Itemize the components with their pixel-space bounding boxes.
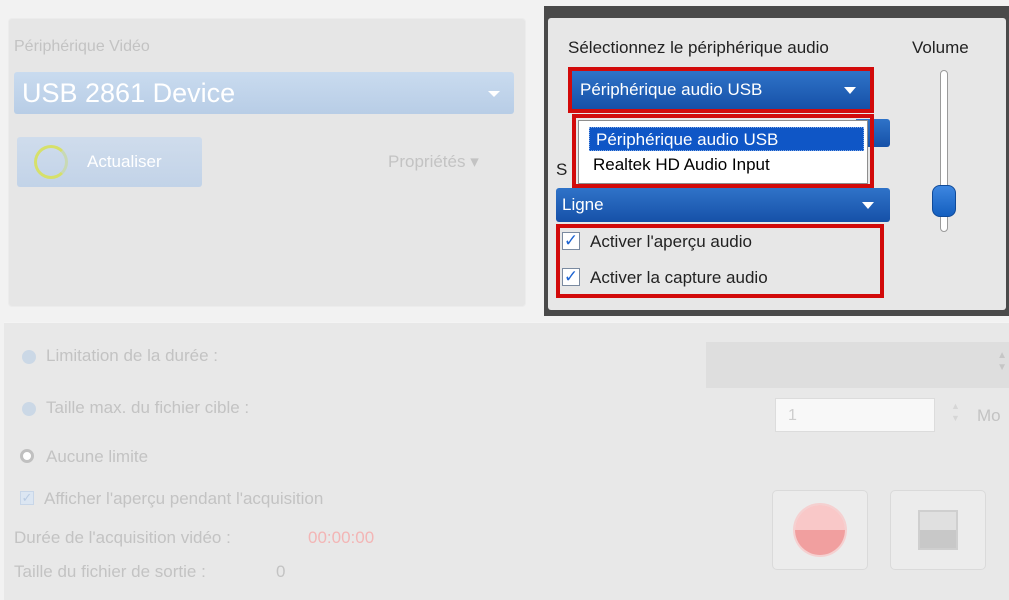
stop-icon	[918, 510, 958, 550]
properties-menu-button[interactable]: Propriétés ▾	[388, 152, 479, 172]
video-device-select[interactable]: USB 2861 Device	[14, 72, 514, 114]
refresh-icon	[34, 145, 68, 179]
stop-button[interactable]	[890, 490, 986, 570]
show-preview-label: Afficher l'aperçu pendant l'acquisition	[44, 489, 324, 508]
record-button[interactable]	[772, 490, 868, 570]
volume-slider-thumb[interactable]	[932, 185, 956, 217]
audio-device-value: Périphérique audio USB	[580, 80, 763, 99]
chevron-down-icon	[862, 202, 874, 209]
audio-list-highlight	[572, 114, 874, 188]
limit-duration-radio[interactable]	[22, 350, 36, 364]
audio-capture-checkbox[interactable]: ✓	[562, 268, 580, 286]
volume-label: Volume	[912, 38, 969, 57]
max-size-input[interactable]: 1	[775, 398, 935, 432]
output-size-value: 0	[276, 562, 286, 581]
max-size-spinner-icon[interactable]: ▲ ▼	[951, 400, 960, 424]
max-size-radio[interactable]	[22, 402, 36, 416]
audio-device-label: Sélectionnez le périphérique audio	[568, 38, 829, 57]
max-size-label: Taille max. du fichier cible :	[46, 398, 250, 417]
chevron-down-icon	[488, 91, 500, 97]
no-limit-label: Aucune limite	[46, 447, 149, 466]
spinner-arrows-icon[interactable]: ▲ ▼	[997, 350, 1007, 374]
output-size-label: Taille du fichier de sortie :	[14, 562, 206, 581]
audio-preview-label: Activer l'aperçu audio	[590, 232, 752, 251]
record-icon	[795, 505, 845, 555]
max-size-unit: Mo	[977, 406, 1001, 425]
audio-source-label: S	[556, 160, 568, 179]
duration-spinner[interactable]: ▲ ▼	[706, 342, 1009, 388]
audio-preview-checkbox[interactable]: ✓	[562, 232, 580, 250]
show-preview-checkbox[interactable]: ✓	[20, 491, 34, 505]
audio-capture-label: Activer la capture audio	[590, 268, 768, 287]
video-device-value: USB 2861 Device	[22, 78, 236, 108]
chevron-down-icon	[844, 87, 856, 94]
no-limit-radio[interactable]	[20, 449, 34, 463]
audio-source-select[interactable]: Ligne	[556, 188, 890, 222]
limit-duration-label: Limitation de la durée :	[46, 346, 218, 365]
audio-source-value: Ligne	[562, 195, 604, 214]
video-device-label: Périphérique Vidéo	[14, 38, 150, 55]
duration-label: Durée de l'acquisition vidéo :	[14, 528, 231, 547]
refresh-button-label: Actualiser	[87, 152, 162, 171]
audio-device-select[interactable]: Périphérique audio USB	[572, 71, 870, 109]
refresh-button[interactable]: Actualiser	[17, 137, 202, 187]
duration-value: 00:00:00	[308, 528, 375, 547]
